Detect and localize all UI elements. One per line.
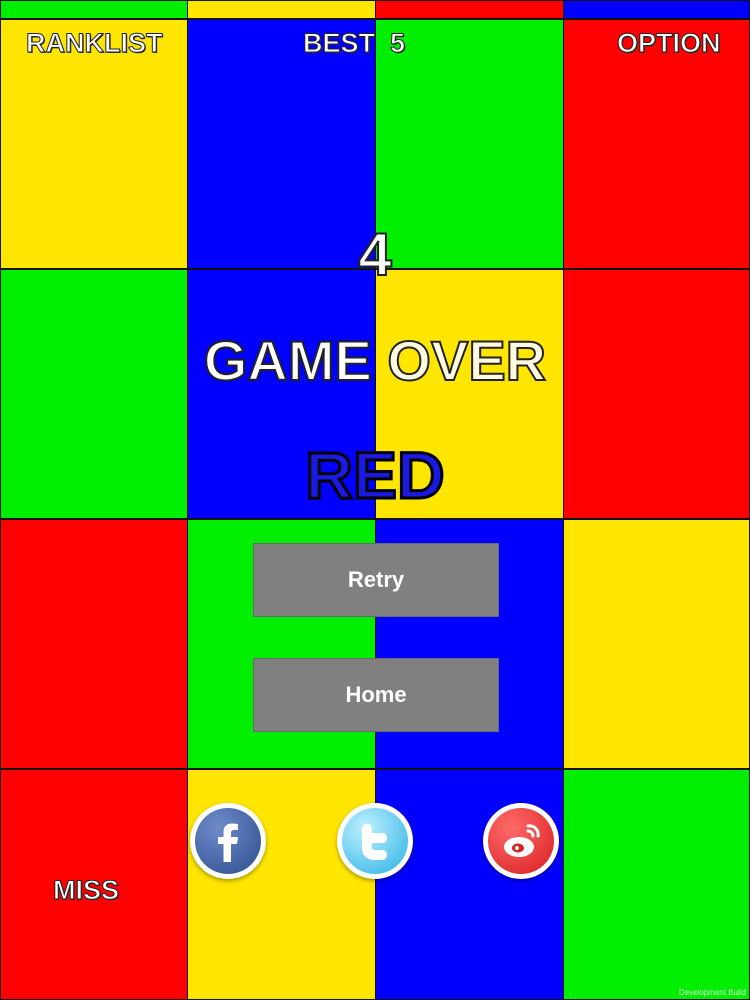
game-over-overlay: RANKLIST BEST 5 OPTION 4 GAME OVER RED R…: [0, 0, 750, 1000]
weibo-share-button[interactable]: [483, 803, 559, 879]
current-score: 4: [357, 220, 392, 289]
twitter-share-button[interactable]: [337, 803, 413, 879]
option-button[interactable]: OPTION: [617, 28, 722, 59]
game-over-word-game: GAME: [203, 328, 373, 393]
twitter-glyph: [362, 824, 387, 860]
dev-build-label: Development Build: [678, 988, 746, 997]
game-over-word-over: OVER: [386, 328, 547, 393]
target-color-word: RED: [304, 437, 446, 514]
retry-button[interactable]: Retry: [253, 543, 499, 617]
miss-label: MISS: [52, 875, 120, 906]
home-button[interactable]: Home: [253, 658, 499, 732]
facebook-share-button[interactable]: [190, 803, 266, 879]
game-over-title: GAME OVER: [0, 328, 750, 393]
weibo-glyph: [504, 824, 540, 857]
best-score: BEST 5: [302, 28, 406, 59]
ranklist-button[interactable]: RANKLIST: [26, 28, 163, 59]
facebook-glyph: [218, 823, 238, 862]
